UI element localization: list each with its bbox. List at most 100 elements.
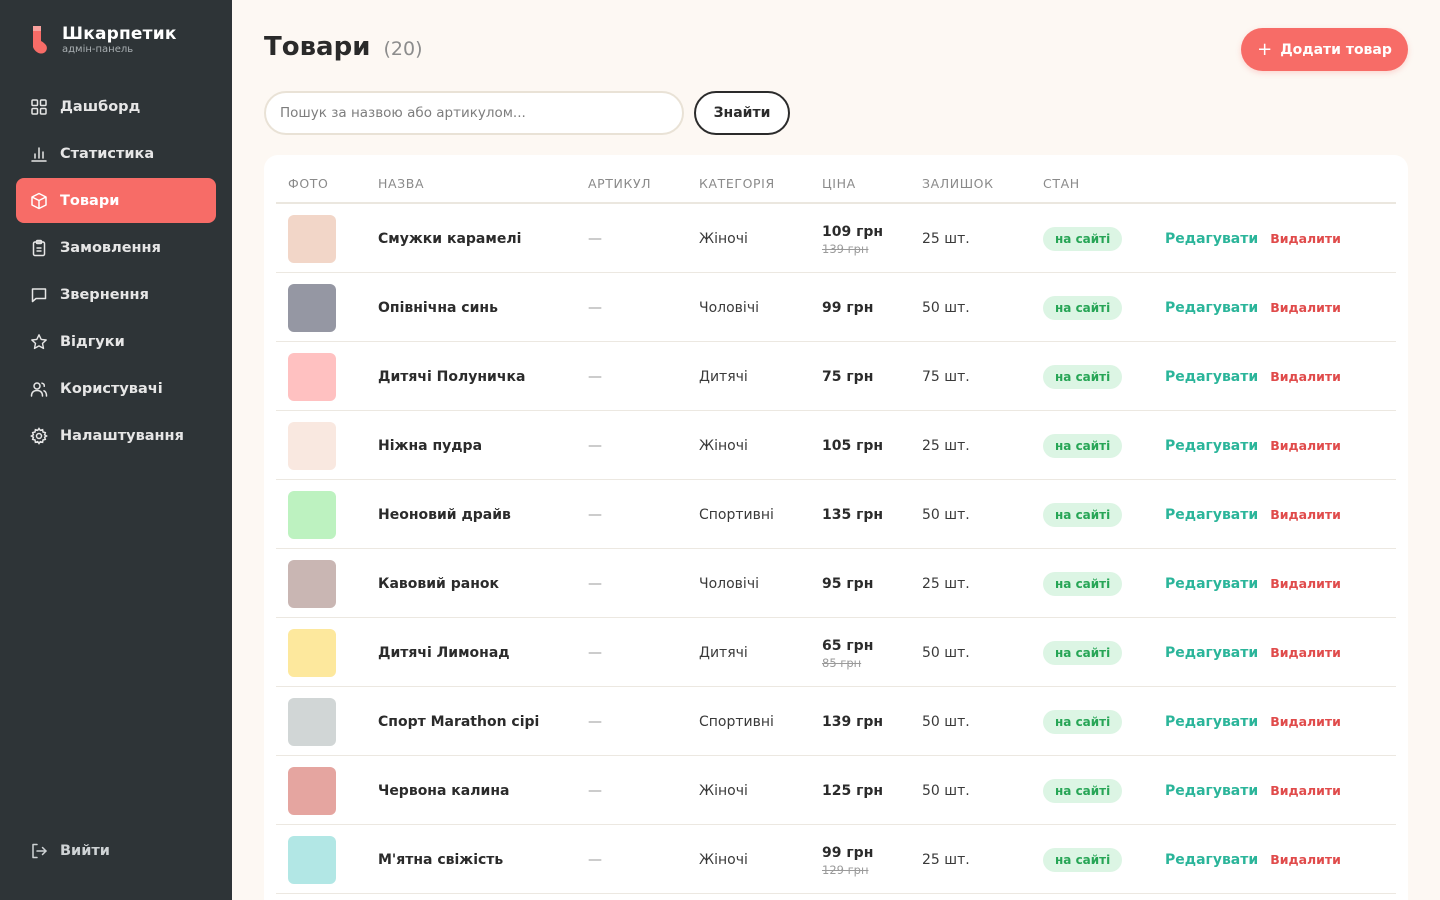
sidebar-item-orders[interactable]: Замовлення bbox=[16, 225, 216, 270]
table-row[interactable]: Червона калина — Жіночі 125 грн 50 шт. на сай… bbox=[276, 756, 1396, 825]
edit-link[interactable]: Редагувати bbox=[1165, 645, 1258, 661]
product-sku: — bbox=[588, 437, 602, 454]
sidebar-item-statistics[interactable]: Статистика bbox=[16, 131, 216, 176]
edit-link[interactable]: Редагувати bbox=[1165, 300, 1258, 316]
sidebar-item-users[interactable]: Користувачі bbox=[16, 366, 216, 411]
price-cell: 99 грн bbox=[822, 273, 873, 342]
delete-link[interactable]: Видалити bbox=[1270, 369, 1341, 384]
product-category: Жіночі bbox=[699, 851, 748, 868]
product-thumbnail[interactable] bbox=[288, 766, 336, 815]
sidebar-item-settings[interactable]: Налаштування bbox=[16, 413, 216, 458]
product-thumbnail[interactable] bbox=[288, 490, 336, 539]
add-product-button[interactable]: + Додати товар bbox=[1241, 28, 1408, 71]
name-cell: Червона калина bbox=[378, 756, 509, 825]
product-thumbnail[interactable] bbox=[288, 352, 336, 401]
column-header-status[interactable]: СТАН bbox=[1043, 176, 1080, 191]
column-header-name[interactable]: НАЗВА bbox=[378, 176, 424, 191]
product-thumbnail[interactable] bbox=[288, 214, 336, 263]
table-row[interactable]: Дитячі Лимонад — Дитячі 65 грн 85 грн 50 шт. н… bbox=[276, 618, 1396, 687]
column-header-stock[interactable]: ЗАЛИШОК bbox=[922, 176, 994, 191]
table-row[interactable]: Опівнічна синь — Чоловічі 99 грн 50 шт. на са… bbox=[276, 273, 1396, 342]
price-cell: 95 грн bbox=[822, 549, 873, 618]
edit-link[interactable]: Редагувати bbox=[1165, 231, 1258, 247]
delete-link[interactable]: Видалити bbox=[1270, 714, 1341, 729]
product-price: 109 грн bbox=[822, 223, 884, 240]
product-thumbnail[interactable] bbox=[288, 421, 336, 470]
sidebar-item-label: Статистика bbox=[60, 145, 155, 162]
product-price: 95 грн bbox=[822, 575, 874, 592]
photo-cell bbox=[288, 618, 336, 687]
actions-cell: Редагувати Видалити bbox=[1165, 204, 1341, 273]
product-price: 99 грн bbox=[822, 844, 874, 861]
product-thumbnail[interactable] bbox=[288, 697, 336, 746]
sku-cell: — bbox=[588, 549, 602, 618]
product-category: Жіночі bbox=[699, 230, 748, 247]
category-cell: Жіночі bbox=[699, 204, 748, 273]
product-price: 125 грн bbox=[822, 782, 884, 799]
delete-link[interactable]: Видалити bbox=[1270, 300, 1341, 315]
status-badge: на сайті bbox=[1043, 640, 1123, 665]
table-row[interactable]: М'ятна свіжість — Жіночі 99 грн 129 грн 25 шт… bbox=[276, 825, 1396, 894]
column-header-photo: ФОТО bbox=[288, 176, 329, 191]
logout-button[interactable]: Вийти bbox=[30, 842, 110, 860]
photo-cell bbox=[288, 549, 336, 618]
status-cell: на сайті bbox=[1043, 549, 1123, 618]
edit-link[interactable]: Редагувати bbox=[1165, 714, 1258, 730]
column-header-category[interactable]: КАТЕГОРІЯ bbox=[699, 176, 775, 191]
delete-link[interactable]: Видалити bbox=[1270, 576, 1341, 591]
sidebar-item-label: Товари bbox=[60, 192, 120, 209]
sidebar-item-label: Дашборд bbox=[60, 98, 141, 115]
delete-link[interactable]: Видалити bbox=[1270, 852, 1341, 867]
product-thumbnail[interactable] bbox=[288, 283, 336, 332]
table-row[interactable]: Спорт Marathon сірі — Спортивні 139 грн 50 ш… bbox=[276, 687, 1396, 756]
edit-link[interactable]: Редагувати bbox=[1165, 369, 1258, 385]
product-sku: — bbox=[588, 368, 602, 385]
category-cell: Жіночі bbox=[699, 411, 748, 480]
product-sku: — bbox=[588, 230, 602, 247]
sku-cell: — bbox=[588, 273, 602, 342]
edit-link[interactable]: Редагувати bbox=[1165, 438, 1258, 454]
search-input[interactable] bbox=[264, 91, 684, 135]
status-badge: на сайті bbox=[1043, 847, 1123, 872]
page-title-text: Товари bbox=[264, 32, 371, 62]
product-name: Спорт Marathon сірі bbox=[378, 713, 540, 730]
users-icon bbox=[30, 381, 48, 397]
price-cell: 135 грн bbox=[822, 480, 883, 549]
delete-link[interactable]: Видалити bbox=[1270, 783, 1341, 798]
table-row[interactable]: Неоновий драйв — Спортивні 135 грн 50 шт. на … bbox=[276, 480, 1396, 549]
product-category: Чоловічі bbox=[699, 575, 759, 592]
edit-link[interactable]: Редагувати bbox=[1165, 852, 1258, 868]
edit-link[interactable]: Редагувати bbox=[1165, 783, 1258, 799]
product-thumbnail[interactable] bbox=[288, 628, 336, 677]
gear-icon bbox=[30, 426, 48, 445]
product-stock: 50 шт. bbox=[922, 713, 970, 730]
product-sku: — bbox=[588, 644, 602, 661]
delete-link[interactable]: Видалити bbox=[1270, 507, 1341, 522]
sidebar-item-reviews[interactable]: Відгуки bbox=[16, 319, 216, 364]
edit-link[interactable]: Редагувати bbox=[1165, 507, 1258, 523]
stock-cell: 25 шт. bbox=[922, 549, 970, 618]
product-name: М'ятна свіжість bbox=[378, 851, 504, 868]
status-cell: на сайті bbox=[1043, 825, 1123, 894]
search-button[interactable]: Знайти bbox=[694, 91, 790, 135]
product-thumbnail[interactable] bbox=[288, 559, 336, 608]
delete-link[interactable]: Видалити bbox=[1270, 645, 1341, 660]
table-row[interactable]: Кавовий ранок — Чоловічі 95 грн 25 шт. на сай… bbox=[276, 549, 1396, 618]
sidebar-item-requests[interactable]: Звернення bbox=[16, 272, 216, 317]
delete-link[interactable]: Видалити bbox=[1270, 438, 1341, 453]
table-row[interactable]: Ніжна пудра — Жіночі 105 грн 25 шт. на сайті Р… bbox=[276, 411, 1396, 480]
table-row[interactable]: Дитячі Полуничка — Дитячі 75 грн 75 шт. на са… bbox=[276, 342, 1396, 411]
product-thumbnail[interactable] bbox=[288, 835, 336, 884]
sidebar-item-dashboard[interactable]: Дашборд bbox=[16, 84, 216, 129]
sidebar-item-products[interactable]: Товари bbox=[16, 178, 216, 223]
edit-link[interactable]: Редагувати bbox=[1165, 576, 1258, 592]
product-price: 135 грн bbox=[822, 506, 884, 523]
delete-link[interactable]: Видалити bbox=[1270, 231, 1341, 246]
sku-cell: — bbox=[588, 342, 602, 411]
brand[interactable]: Шкарпетик адмін-панель bbox=[30, 24, 177, 56]
table-row[interactable]: Смужки карамелі — Жіночі 109 грн 139 грн 25 ш… bbox=[276, 204, 1396, 273]
column-header-price[interactable]: ЦІНА bbox=[822, 176, 856, 191]
product-stock: 25 шт. bbox=[922, 230, 970, 247]
column-header-sku[interactable]: АРТИКУЛ bbox=[588, 176, 651, 191]
photo-cell bbox=[288, 480, 336, 549]
